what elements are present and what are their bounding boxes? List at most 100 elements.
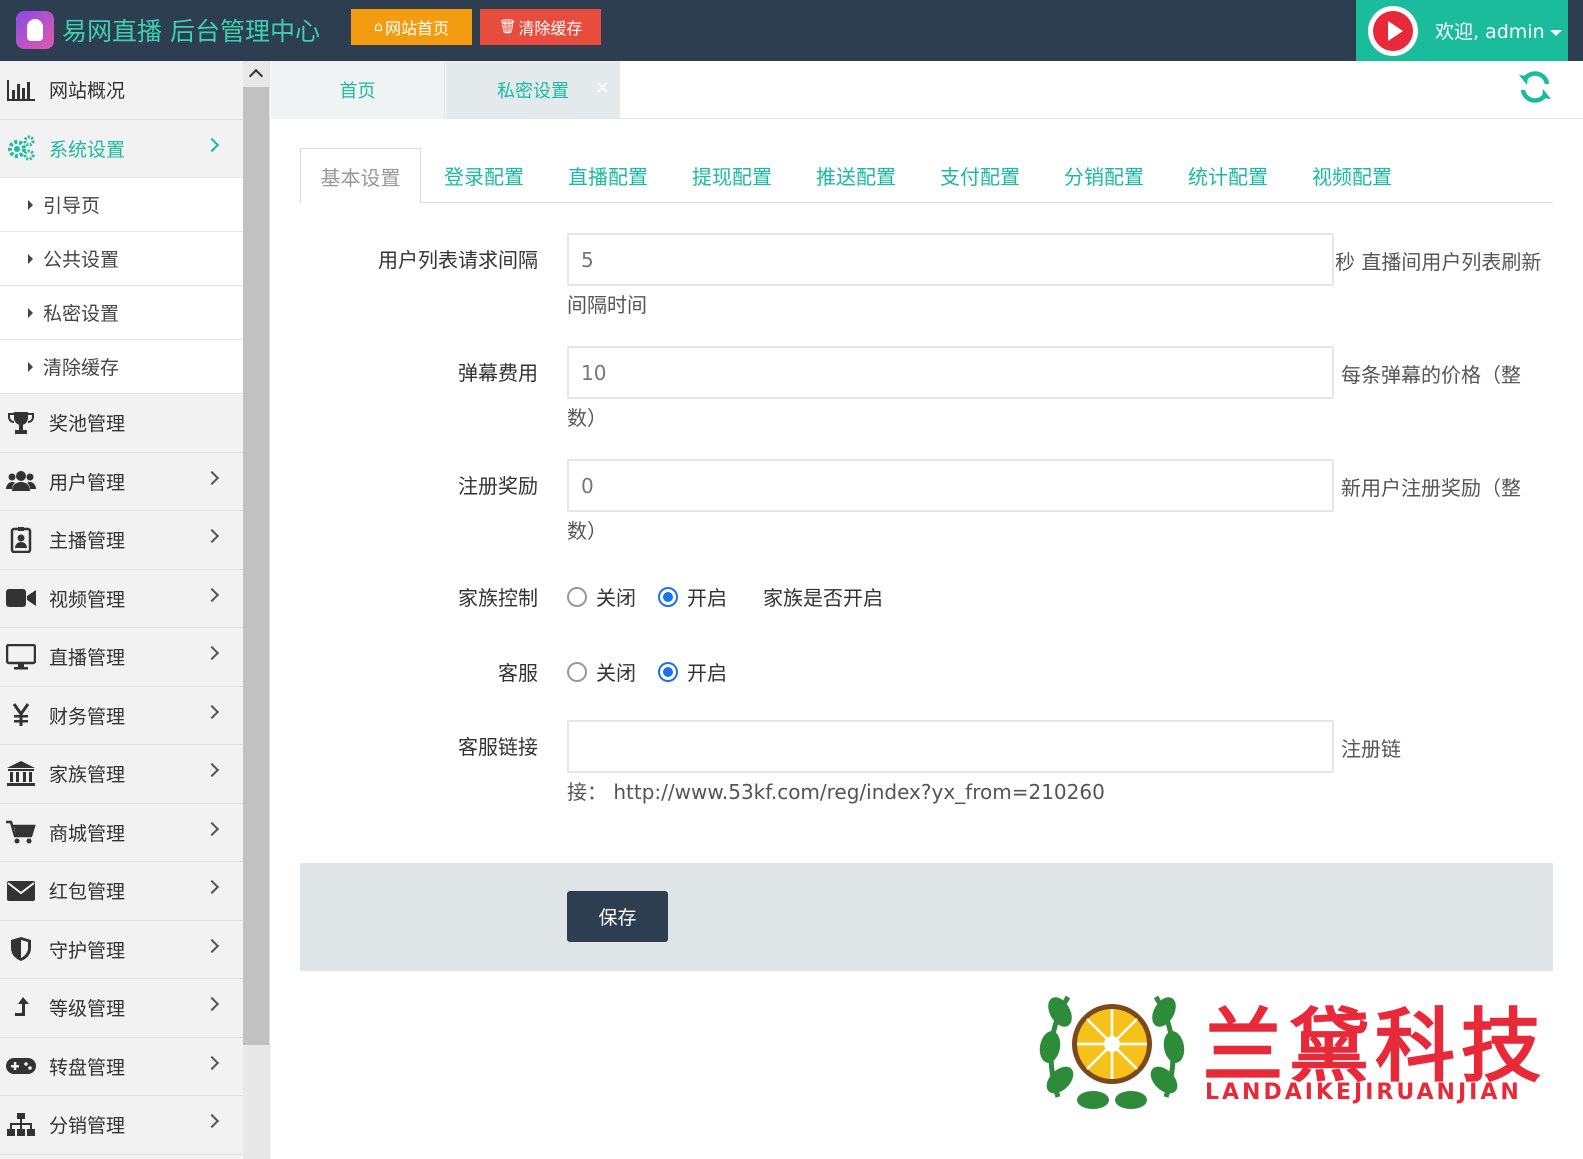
service-link-help-cont: 接： http://www.53kf.com/reg/index?yx_from… (567, 780, 1105, 804)
sidebar-item-overview[interactable]: 网站概况 (0, 61, 243, 120)
chevron-up-icon[interactable] (248, 68, 264, 84)
sidebar-item-levels[interactable]: 等级管理 (0, 979, 243, 1038)
tab-payment-config[interactable]: 支付配置 (920, 148, 1040, 203)
radio-on-label: 开启 (687, 661, 727, 685)
service-link-input[interactable] (567, 720, 1334, 773)
gamepad-icon (6, 1053, 36, 1079)
scrollbar-thumb[interactable] (243, 87, 269, 1045)
sidebar-scrollbar[interactable] (243, 61, 269, 1159)
sidebar-item-label: 等级管理 (49, 998, 126, 1021)
sidebar-subitem-private-settings[interactable]: 私密设置 (0, 286, 243, 340)
sidebar-item-finance[interactable]: 财务管理 (0, 686, 243, 745)
sidebar-subitem-clear-cache[interactable]: 清除缓存 (0, 340, 243, 394)
sidebar-item-system-settings[interactable]: 系统设置 (0, 119, 243, 178)
sidebar-item-guard[interactable]: 守护管理 (0, 920, 243, 979)
sidebar-item-red-packets[interactable]: 红包管理 (0, 862, 243, 921)
welcome-text: 欢迎, admin (1435, 17, 1562, 44)
radio-on[interactable] (658, 661, 678, 682)
users-icon (6, 468, 36, 494)
radio-on[interactable] (658, 586, 678, 607)
user-list-interval-input[interactable]: 5 (567, 233, 1334, 286)
caret-right-icon (28, 253, 33, 264)
app-title: 易网直播 后台管理中心 (62, 17, 320, 46)
chevron-right-icon (204, 587, 220, 602)
id-badge-icon (6, 526, 36, 553)
refresh-icon[interactable] (1517, 69, 1553, 105)
register-reward-help: 新用户注册奖励（整 (1341, 476, 1521, 500)
site-home-label: 网站首页 (384, 19, 449, 38)
sidebar-subitem-label: 私密设置 (43, 303, 120, 325)
chevron-right-icon (204, 821, 220, 836)
tab-distribution-config[interactable]: 分销配置 (1044, 148, 1164, 203)
sidebar-item-label: 家族管理 (49, 764, 126, 787)
sidebar-item-videos[interactable]: 视频管理 (0, 569, 243, 628)
cart-icon (6, 819, 36, 845)
top-header: 易网直播 后台管理中心 ⌂ 网站首页 🗑 清除缓存 欢迎, admin (0, 0, 1583, 61)
trophy-icon (6, 410, 36, 436)
family-control-label: 家族控制 (458, 586, 538, 610)
clear-cache-label: 清除缓存 (518, 19, 583, 38)
tab-video-config[interactable]: 视频配置 (1292, 148, 1412, 203)
yen-icon (6, 702, 36, 728)
sidebar: 网站概况 系统设置 引导页 公共设置 私密设置 清除缓存 奖池管理 用户管理 主… (0, 61, 270, 1159)
sidebar-subitem-guide[interactable]: 引导页 (0, 178, 243, 232)
tab-basic-settings[interactable]: 基本设置 (300, 148, 421, 204)
save-button[interactable]: 保存 (567, 891, 668, 942)
customer-service-on-option[interactable]: 开启 (658, 657, 727, 686)
register-reward-input[interactable]: 0 (567, 459, 1334, 512)
sidebar-item-live[interactable]: 直播管理 (0, 628, 243, 687)
sidebar-item-distribution[interactable]: 分销管理 (0, 1096, 243, 1155)
radio-off-label: 关闭 (596, 661, 636, 685)
sidebar-subitem-label: 清除缓存 (43, 357, 120, 379)
sidebar-item-label: 红包管理 (49, 881, 126, 904)
clear-cache-button[interactable]: 🗑 清除缓存 (480, 9, 601, 45)
tab-withdraw-config[interactable]: 提现配置 (672, 148, 792, 203)
sidebar-menu: 网站概况 系统设置 引导页 公共设置 私密设置 清除缓存 奖池管理 用户管理 主… (0, 61, 243, 1155)
bar-chart-icon (6, 77, 36, 103)
barrage-fee-input[interactable]: 10 (567, 346, 1334, 399)
sidebar-subitem-public-settings[interactable]: 公共设置 (0, 232, 243, 286)
chevron-right-icon (204, 879, 220, 895)
register-reward-label: 注册奖励 (458, 474, 538, 498)
tab-private-settings[interactable]: 私密设置 × (446, 61, 620, 119)
tab-push-config[interactable]: 推送配置 (796, 148, 916, 203)
chevron-right-icon (204, 996, 220, 1012)
sidebar-item-jackpot[interactable]: 奖池管理 (0, 394, 243, 453)
chevron-right-icon (204, 938, 220, 953)
sidebar-item-family[interactable]: 家族管理 (0, 745, 243, 804)
level-up-icon (6, 995, 36, 1021)
family-control-off-option[interactable]: 关闭 (567, 582, 636, 611)
sidebar-item-label: 系统设置 (49, 138, 126, 161)
sidebar-item-wheel[interactable]: 转盘管理 (0, 1037, 243, 1096)
tab-home[interactable]: 首页 (271, 61, 445, 119)
video-camera-icon (6, 585, 36, 611)
tab-login-config[interactable]: 登录配置 (424, 148, 544, 203)
user-menu[interactable]: 欢迎, admin (1356, 0, 1568, 61)
user-list-interval-label: 用户列表请求间隔 (378, 248, 538, 272)
sidebar-item-label: 用户管理 (49, 471, 126, 494)
tab-live-config[interactable]: 直播配置 (548, 148, 668, 203)
sidebar-item-label: 主播管理 (49, 530, 126, 553)
customer-service-off-option[interactable]: 关闭 (567, 657, 636, 686)
welcome-label: 欢迎, admin (1435, 21, 1545, 43)
chevron-right-icon (204, 1113, 220, 1129)
settings-tabs: 基本设置 登录配置 直播配置 提现配置 推送配置 支付配置 分销配置 统计配置 … (300, 148, 1553, 204)
tab-statistics-config[interactable]: 统计配置 (1168, 148, 1288, 203)
sidebar-item-shop[interactable]: 商城管理 (0, 803, 243, 862)
close-icon[interactable]: × (595, 79, 610, 97)
bank-icon (6, 760, 36, 787)
site-home-button[interactable]: ⌂ 网站首页 (351, 9, 472, 45)
sidebar-item-anchors[interactable]: 主播管理 (0, 511, 243, 570)
family-control-on-option[interactable]: 开启 (658, 582, 727, 611)
brand[interactable]: 易网直播 后台管理中心 (16, 8, 320, 52)
radio-off[interactable] (567, 586, 587, 607)
shield-icon (6, 936, 36, 962)
sidebar-item-label: 奖池管理 (49, 413, 126, 436)
sidebar-item-users[interactable]: 用户管理 (0, 452, 243, 511)
chevron-right-icon (204, 470, 220, 485)
radio-on-label: 开启 (687, 586, 727, 610)
service-link-help: 注册链 (1341, 737, 1401, 761)
sidebar-item-label: 直播管理 (49, 647, 126, 670)
radio-off[interactable] (567, 661, 587, 682)
sitemap-icon (6, 1112, 36, 1138)
